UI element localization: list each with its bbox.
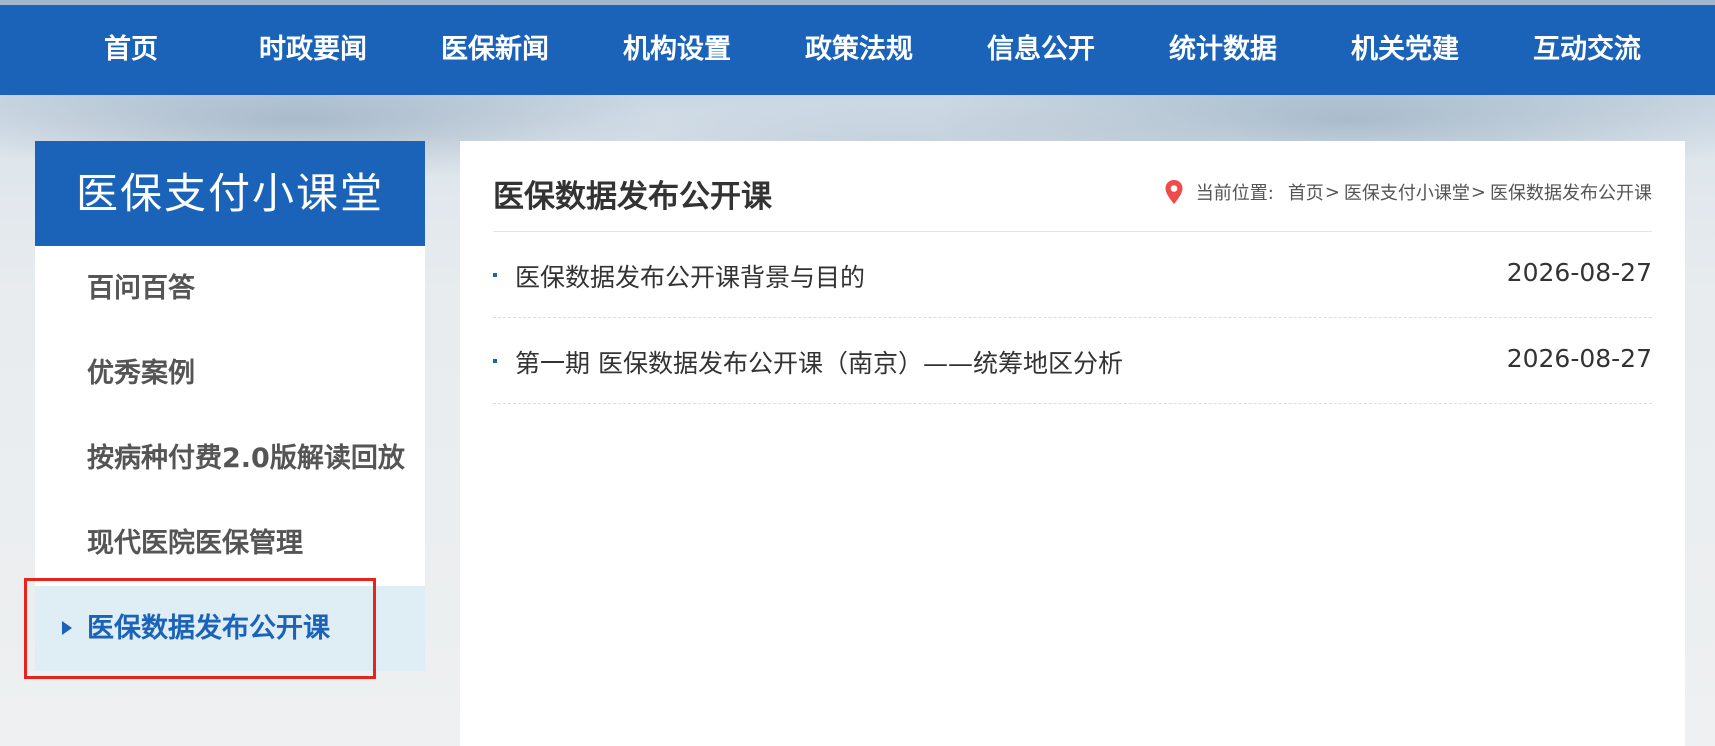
sidebar-item-hospital-management[interactable]: 现代医院医保管理 [35, 501, 425, 586]
triangle-right-icon [62, 621, 72, 635]
nav-statistics[interactable]: 统计数据 [1132, 5, 1314, 95]
article-date: 2026-08-27 [1506, 258, 1652, 287]
sidebar-item-label: 百问百答 [87, 273, 195, 304]
location-pin-icon [1165, 180, 1183, 204]
sidebar-item-qa[interactable]: 百问百答 [35, 246, 425, 331]
sidebar-item-data-release-course[interactable]: 医保数据发布公开课 [35, 586, 425, 671]
nav-policies[interactable]: 政策法规 [768, 5, 950, 95]
bullet-icon [493, 273, 497, 277]
sidebar-item-label: 现代医院医保管理 [87, 528, 303, 559]
breadcrumb-label: 当前位置: [1195, 183, 1274, 204]
sidebar: 医保支付小课堂 百问百答 优秀案例 按病种付费2.0版解读回放 现代医院医保管理… [35, 141, 425, 746]
sidebar-item-label: 优秀案例 [87, 358, 195, 389]
breadcrumb-current-link[interactable]: 医保数据发布公开课 [1490, 179, 1652, 205]
content-header: 医保数据发布公开课 当前位置: 首页 > 医保支付小课堂 > 医保数据发布公开课 [493, 141, 1652, 232]
nav-medical-insurance-news[interactable]: 医保新闻 [404, 5, 586, 95]
breadcrumb-home-link[interactable]: 首页 [1288, 179, 1324, 205]
sidebar-item-label: 医保数据发布公开课 [87, 613, 330, 644]
breadcrumb-section-link[interactable]: 医保支付小课堂 [1344, 179, 1470, 205]
article-date: 2026-08-27 [1506, 344, 1652, 373]
breadcrumb-separator: > [1470, 181, 1486, 203]
bullet-icon [493, 359, 497, 363]
breadcrumb-separator: > [1324, 181, 1340, 203]
nav-home[interactable]: 首页 [40, 5, 222, 95]
page-title: 医保数据发布公开课 [493, 179, 772, 215]
sidebar-item-cases[interactable]: 优秀案例 [35, 331, 425, 416]
nav-information-disclosure[interactable]: 信息公开 [950, 5, 1132, 95]
top-navigation: 首页 时政要闻 医保新闻 机构设置 政策法规 信息公开 统计数据 机关党建 互动… [0, 5, 1715, 95]
article-list: 医保数据发布公开课背景与目的 2026-08-27 第一期 医保数据发布公开课（… [493, 232, 1652, 404]
nav-organization[interactable]: 机构设置 [586, 5, 768, 95]
sidebar-title: 医保支付小课堂 [35, 141, 425, 246]
main-content: 医保数据发布公开课 当前位置: 首页 > 医保支付小课堂 > 医保数据发布公开课… [460, 141, 1685, 746]
nav-interaction[interactable]: 互动交流 [1496, 5, 1678, 95]
sidebar-item-drg-replay[interactable]: 按病种付费2.0版解读回放 [35, 416, 425, 501]
article-title-link[interactable]: 医保数据发布公开课背景与目的 [515, 258, 865, 294]
sidebar-menu: 百问百答 优秀案例 按病种付费2.0版解读回放 现代医院医保管理 医保数据发布公… [35, 246, 425, 671]
sidebar-item-label: 按病种付费2.0版解读回放 [87, 443, 405, 474]
breadcrumb: 当前位置: 首页 > 医保支付小课堂 > 医保数据发布公开课 [1164, 179, 1652, 205]
nav-current-affairs[interactable]: 时政要闻 [222, 5, 404, 95]
list-item[interactable]: 第一期 医保数据发布公开课（南京）——统筹地区分析 2026-08-27 [493, 318, 1652, 404]
nav-party-building[interactable]: 机关党建 [1314, 5, 1496, 95]
list-item[interactable]: 医保数据发布公开课背景与目的 2026-08-27 [493, 232, 1652, 318]
article-title-link[interactable]: 第一期 医保数据发布公开课（南京）——统筹地区分析 [515, 344, 1123, 380]
